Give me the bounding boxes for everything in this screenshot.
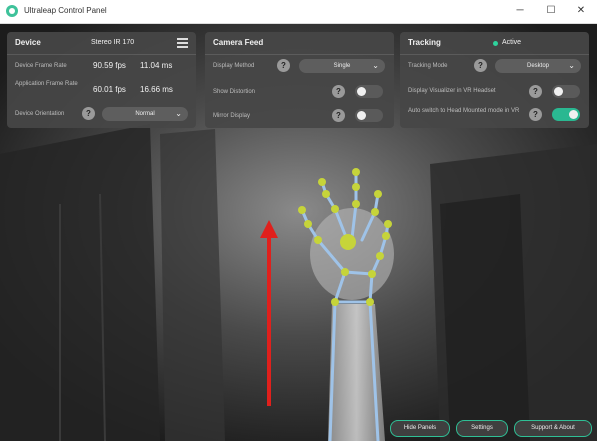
visualizer-toggle[interactable] <box>552 85 580 98</box>
tracking-status: Active <box>502 39 522 46</box>
show-distortion-label: Show Distortion <box>213 89 256 95</box>
frame-rate-label: Device Frame Rate <box>15 63 67 69</box>
title-bar: Ultraleap Control Panel ─ ☐ ✕ <box>0 0 597 24</box>
close-button[interactable]: ✕ <box>570 3 592 19</box>
status-dot-icon <box>493 41 498 46</box>
minimize-button[interactable]: ─ <box>509 3 531 19</box>
display-method-dropdown[interactable]: Single ⌄ <box>299 59 385 73</box>
orientation-label: Device Orientation <box>15 111 65 117</box>
camera-feed-panel: Camera Feed Display Method ? Single ⌄ Sh… <box>205 32 394 128</box>
auto-switch-toggle[interactable] <box>552 108 580 121</box>
auto-switch-help-button[interactable]: ? <box>529 108 542 121</box>
device-name: Stereo IR 170 <box>91 39 135 46</box>
show-distortion-toggle[interactable] <box>355 85 383 98</box>
mirror-display-help-button[interactable]: ? <box>332 109 345 122</box>
tracking-panel-title: Tracking <box>408 38 441 47</box>
support-about-button[interactable]: Support & About <box>514 420 592 437</box>
ultraleap-window: Ultraleap Control Panel ─ ☐ ✕ Device Ste… <box>0 0 597 441</box>
orientation-dropdown[interactable]: Normal ⌄ <box>102 107 188 121</box>
device-panel: Device Stereo IR 170 Device Frame Rate 9… <box>7 32 196 128</box>
tracking-mode-help-button[interactable]: ? <box>474 59 487 72</box>
mirror-display-toggle[interactable] <box>355 109 383 122</box>
frame-rate-ms: 11.04 ms <box>140 61 173 70</box>
display-method-label: Display Method <box>213 63 255 69</box>
visualizer-label: Display Visualizer in VR Headset <box>408 88 496 94</box>
camera-panel-title: Camera Feed <box>213 38 264 47</box>
window-title: Ultraleap Control Panel <box>24 6 107 15</box>
app-frame-rate-ms: 16.66 ms <box>140 85 173 94</box>
maximize-button[interactable]: ☐ <box>540 3 562 19</box>
tracking-mode-dropdown[interactable]: Desktop ⌄ <box>495 59 581 73</box>
device-menu-icon[interactable] <box>177 38 188 48</box>
orientation-help-button[interactable]: ? <box>82 107 95 120</box>
tracking-mode-label: Tracking Mode <box>408 63 448 69</box>
chevron-down-icon: ⌄ <box>175 109 182 118</box>
tracking-panel: Tracking Active Tracking Mode ? Desktop … <box>400 32 589 128</box>
device-panel-title: Device <box>15 38 41 47</box>
visualizer-help-button[interactable]: ? <box>529 85 542 98</box>
settings-button[interactable]: Settings <box>456 420 508 437</box>
chevron-down-icon: ⌄ <box>568 61 575 70</box>
frame-rate-fps: 90.59 fps <box>93 61 126 70</box>
show-distortion-help-button[interactable]: ? <box>332 85 345 98</box>
ultraleap-logo-icon <box>6 5 18 17</box>
chevron-down-icon: ⌄ <box>372 61 379 70</box>
hide-panels-button[interactable]: Hide Panels <box>390 420 450 437</box>
mirror-display-label: Mirror Display <box>213 113 251 119</box>
app-frame-rate-label: Application Frame Rate <box>15 81 78 87</box>
app-frame-rate-fps: 60.01 fps <box>93 85 126 94</box>
display-method-help-button[interactable]: ? <box>277 59 290 72</box>
auto-switch-label: Auto switch to Head Mounted mode in VR <box>408 108 520 114</box>
